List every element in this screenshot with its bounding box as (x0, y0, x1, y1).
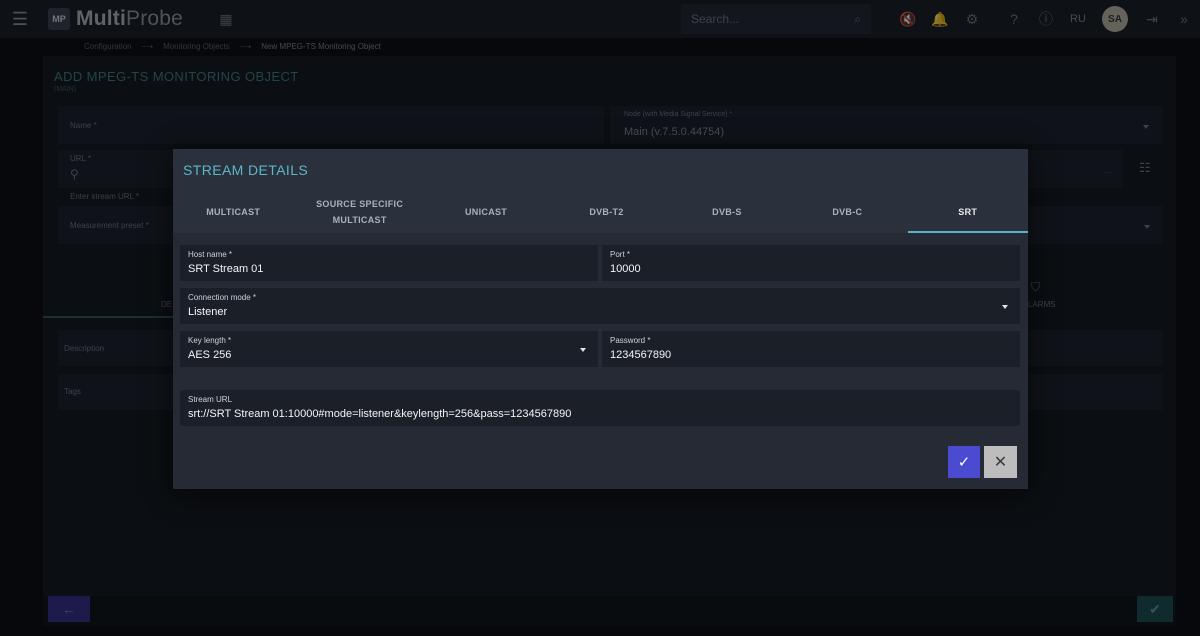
tab-srt[interactable]: SRT (907, 191, 1029, 233)
key-length-label: Key length * (188, 336, 232, 345)
port-field[interactable]: Port * 10000 (602, 245, 1020, 281)
stream-url-label: Stream URL (188, 395, 233, 404)
tab-unicast[interactable]: UNICAST (426, 191, 546, 233)
tab-dvb-c[interactable]: DVB-C (787, 191, 907, 233)
stream-url-value: srt://SRT Stream 01:10000#mode=listener&… (188, 408, 572, 420)
stream-details-dialog: STREAM DETAILS MULTICAST SOURCE SPECIFIC… (173, 149, 1029, 489)
tab-dvb-t2[interactable]: DVB-T2 (546, 191, 666, 233)
confirm-button[interactable]: ✓ (948, 446, 980, 478)
port-value: 10000 (610, 263, 641, 275)
dialog-body: Host name * SRT Stream 01 Port * 10000 C… (173, 233, 1028, 489)
check-icon: ✓ (957, 454, 971, 471)
connection-mode-select[interactable]: Connection mode * Listener (180, 288, 1020, 324)
tab-source-specific-multicast[interactable]: SOURCE SPECIFIC MULTICAST (293, 191, 425, 233)
stream-url-field[interactable]: Stream URL srt://SRT Stream 01:10000#mod… (180, 390, 1020, 426)
tab-multicast[interactable]: MULTICAST (173, 191, 293, 233)
key-length-value: AES 256 (188, 349, 232, 361)
chevron-down-icon (1002, 305, 1008, 309)
key-length-select[interactable]: Key length * AES 256 (180, 331, 598, 367)
stream-type-tabs: MULTICAST SOURCE SPECIFIC MULTICAST UNIC… (173, 191, 1029, 233)
cancel-button[interactable]: ✕ (984, 446, 1017, 478)
password-label: Password * (610, 336, 651, 345)
port-label: Port * (610, 250, 631, 259)
tab-dvb-s[interactable]: DVB-S (667, 191, 787, 233)
close-icon: ✕ (993, 454, 1008, 471)
connection-mode-label: Connection mode * (188, 293, 257, 302)
tab-ssm-label: SOURCE SPECIFIC MULTICAST (316, 199, 404, 225)
host-name-field[interactable]: Host name * SRT Stream 01 (180, 245, 598, 281)
password-value: 1234567890 (610, 349, 672, 361)
chevron-down-icon (580, 348, 586, 352)
dialog-title: STREAM DETAILS (183, 162, 309, 178)
password-field[interactable]: Password * 1234567890 (602, 331, 1020, 367)
host-name-value: SRT Stream 01 (188, 263, 264, 275)
host-name-label: Host name * (188, 250, 233, 259)
connection-mode-value: Listener (188, 306, 228, 318)
